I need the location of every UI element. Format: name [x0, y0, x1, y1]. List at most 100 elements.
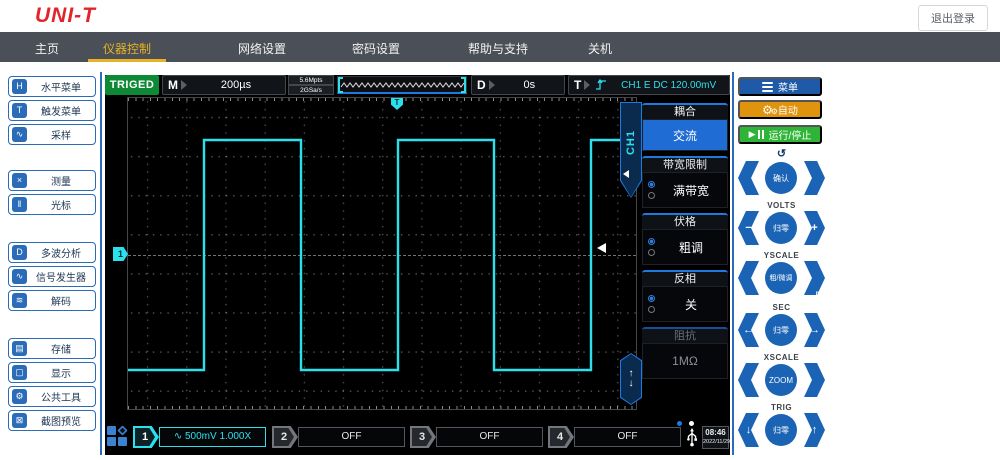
sidebar-group-4: ▤ 存储 ▢ 显示 ⚙ 公共工具 ⊠ 截图预览: [8, 338, 98, 434]
sidebar-label: 截图预览: [27, 413, 95, 428]
timebase-value: 200µs: [187, 79, 285, 91]
sec-move-right[interactable]: [804, 313, 825, 347]
trig-level-up[interactable]: [804, 413, 825, 447]
volts-decrease[interactable]: [738, 211, 759, 245]
multipurpose-knob-press[interactable]: 确认: [765, 162, 797, 194]
control-panel: 菜单 ⚙⚙ 自动 ▶ 运行/停止 ↺ 确认 VOLTS − 归零 + YSCAL…: [738, 75, 825, 457]
channel-bar: 1 ∿ 500mV 1.000X 2 OFF 3 OFF 4 OFF: [105, 426, 730, 450]
logout-button[interactable]: 退出登录: [918, 5, 988, 31]
volts-increase[interactable]: [804, 211, 825, 245]
channel-3-button[interactable]: 3: [410, 426, 436, 448]
tab-instrument-control[interactable]: 仪器控制: [103, 40, 151, 57]
radio-group: [648, 238, 655, 256]
impedance-value: 1MΩ: [643, 354, 727, 368]
sidebar-item-sampling[interactable]: ∿ 采样: [8, 124, 96, 145]
active-tab-underline: [88, 59, 166, 62]
tab-network-settings[interactable]: 网络设置: [238, 40, 286, 57]
channel-4-value[interactable]: OFF: [574, 427, 681, 447]
signal-generator-icon: ∿: [12, 269, 27, 284]
channel-2-button[interactable]: 2: [272, 426, 298, 448]
trigger-level-arrow[interactable]: [597, 243, 606, 253]
channel1-level-marker[interactable]: 1: [113, 247, 128, 261]
yscale-increase[interactable]: [804, 261, 825, 295]
invert-option[interactable]: 关: [642, 286, 728, 322]
multipurpose-knob-right[interactable]: [804, 161, 825, 195]
bandwidth-limit-option[interactable]: 满带宽: [642, 172, 728, 208]
channel-4-button[interactable]: 4: [548, 426, 574, 448]
menu-scroll-handle[interactable]: ↑↓: [620, 353, 642, 405]
tab-power-off[interactable]: 关机: [588, 40, 612, 57]
menu-button-label: 菜单: [778, 79, 798, 94]
volt-unit-label: v: [739, 291, 742, 297]
sidebar-label: 测量: [27, 173, 95, 188]
sidebar-label: 采样: [27, 127, 95, 142]
tab-password-settings[interactable]: 密码设置: [352, 40, 400, 57]
sidebar-item-signal-generator[interactable]: ∿ 信号发生器: [8, 266, 96, 287]
xscale-zoom-button[interactable]: ZOOM: [765, 364, 797, 396]
sec-label: SEC: [738, 303, 825, 312]
auto-button[interactable]: ⚙⚙ 自动: [738, 100, 822, 119]
menu-button[interactable]: 菜单: [738, 77, 822, 96]
sec-zero-button[interactable]: 归零: [765, 314, 797, 346]
run-stop-button[interactable]: ▶ 运行/停止: [738, 125, 822, 144]
coupling-value-button[interactable]: 交流: [642, 119, 728, 151]
xscale-increase[interactable]: [804, 363, 825, 397]
square: [118, 437, 127, 446]
square: [107, 426, 116, 435]
uni-t-logo: UNI-T: [35, 4, 96, 28]
impedance-option: 1MΩ: [642, 343, 728, 379]
volt-scale-option[interactable]: 粗调: [642, 229, 728, 265]
trigger-info: CH1 E DC 120.00mV: [608, 80, 729, 91]
second-unit-label: s: [739, 393, 742, 399]
sidebar-item-cursor[interactable]: ‖ 光标: [8, 194, 96, 215]
channel-1-value[interactable]: ∿ 500mV 1.000X: [159, 427, 266, 447]
channel-1-button[interactable]: 1: [133, 426, 159, 448]
sidebar-item-multi-wave-analysis[interactable]: D 多波分析: [8, 242, 96, 263]
tab-help-support[interactable]: 帮助与支持: [468, 40, 528, 57]
apps-grid-icon[interactable]: [107, 426, 129, 448]
channel1-menu-tab[interactable]: CH1: [620, 102, 642, 198]
sec-move-left[interactable]: [738, 313, 759, 347]
multipurpose-knob-left[interactable]: [738, 161, 759, 195]
sidebar-label: 多波分析: [27, 245, 95, 260]
decode-icon: ≋: [12, 293, 27, 308]
menu-section-bandwidth-limit: 带宽限制 满带宽: [642, 156, 728, 208]
sidebar-item-display[interactable]: ▢ 显示: [8, 362, 96, 383]
channel-2-value[interactable]: OFF: [298, 427, 405, 447]
sidebar-item-trigger-menu[interactable]: T 触发菜单: [8, 100, 96, 121]
cursor-icon: ‖: [12, 197, 27, 212]
coupling-value: 交流: [643, 127, 727, 144]
delay-readout[interactable]: D 0s: [471, 75, 565, 95]
bandwidth-limit-value: 满带宽: [655, 182, 727, 199]
sidebar-item-storage[interactable]: ▤ 存储: [8, 338, 96, 359]
graticule: [127, 97, 637, 410]
header: UNI-T 退出登录: [0, 0, 1000, 32]
radio-selected-icon[interactable]: [648, 181, 655, 188]
timebase-readout[interactable]: M 200µs: [162, 75, 286, 95]
radio-selected-icon[interactable]: [648, 295, 655, 302]
trigger-readout[interactable]: T CH1 E DC 120.00mV: [568, 75, 730, 95]
rotate-icon: ↺: [738, 149, 825, 160]
sidebar-item-common-tools[interactable]: ⚙ 公共工具: [8, 386, 96, 407]
channel-3-value[interactable]: OFF: [436, 427, 543, 447]
sidebar-item-measure[interactable]: × 测量: [8, 170, 96, 191]
waveform-preview-strip: [337, 76, 467, 94]
sidebar-item-decode[interactable]: ≋ 解码: [8, 290, 96, 311]
radio-unselected-icon[interactable]: [648, 249, 655, 256]
volts-zero-button[interactable]: 归零: [765, 212, 797, 244]
volts-knob: − 归零 +: [738, 211, 825, 245]
radio-unselected-icon[interactable]: [648, 192, 655, 199]
trig-zero-button[interactable]: 归零: [765, 414, 797, 446]
radio-selected-icon[interactable]: [648, 238, 655, 245]
sidebar-item-horizontal-menu[interactable]: H 水平菜单: [8, 76, 96, 97]
yscale-label: YSCALE: [738, 251, 825, 260]
rising-edge-icon: [594, 78, 608, 92]
sidebar-item-screenshot-preview[interactable]: ⊠ 截图预览: [8, 410, 96, 431]
yscale-coarse-fine-button[interactable]: 粗/微调: [765, 262, 797, 294]
diamond: [117, 425, 127, 435]
xscale-decrease[interactable]: [738, 363, 759, 397]
tab-home[interactable]: 主页: [35, 40, 59, 57]
radio-unselected-icon[interactable]: [648, 306, 655, 313]
trig-level-down[interactable]: [738, 413, 759, 447]
yscale-decrease[interactable]: [738, 261, 759, 295]
